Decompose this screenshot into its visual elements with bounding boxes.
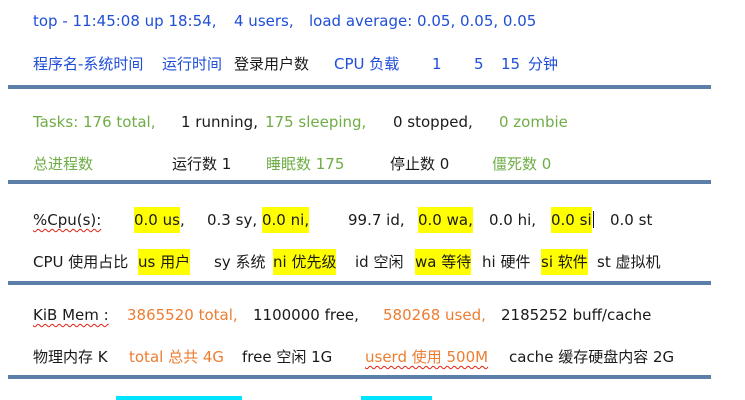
login-users-label: 登录用户数 bbox=[234, 55, 310, 73]
tasks-total: Tasks: 176 total, bbox=[33, 113, 156, 131]
tasks-zombie: 0 zombie bbox=[499, 113, 568, 131]
cpu-sy-cn: sy 系统 bbox=[214, 253, 266, 271]
minutes-label: 分钟 bbox=[528, 55, 559, 73]
users-text: 4 users, bbox=[234, 12, 294, 30]
tasks-zombie-cn: 僵死数 0 bbox=[492, 155, 552, 173]
cpu-wa-cn: wa 等待 bbox=[415, 249, 472, 275]
cpu-st-cn: st 虚拟机 bbox=[597, 253, 661, 271]
tasks-sleeping-cn: 睡眠数 175 bbox=[266, 155, 345, 173]
cpu-ni-highlight: 0.0 ni, bbox=[262, 207, 310, 233]
tasks-running: 1 running, bbox=[181, 113, 258, 131]
text-cursor bbox=[592, 211, 594, 228]
mem-used-cn-text: userd 使用 500M bbox=[365, 348, 489, 366]
cpu-si-cn-highlight: si 软件 bbox=[541, 249, 588, 275]
partial-highlight-left bbox=[116, 396, 242, 400]
cpu-st: 0.0 st bbox=[610, 211, 653, 229]
mem-cache-cn: cache 缓存硬盘内容 2G bbox=[509, 348, 675, 366]
cpu-ni-cn: ni 优先级 bbox=[273, 249, 337, 275]
prog-name-label: 程序名-系统时间 bbox=[33, 55, 144, 73]
load-1-label: 1 bbox=[432, 55, 442, 73]
load-5-label: 5 bbox=[474, 55, 484, 73]
mem-label: KiB Mem : bbox=[33, 305, 109, 325]
cpu-us: 0.0 us, bbox=[134, 207, 185, 233]
tasks-total-cn: 总进程数 bbox=[33, 155, 94, 173]
cpu-wa: 0.0 wa, bbox=[418, 207, 473, 233]
tasks-running-cn: 运行数 1 bbox=[172, 155, 232, 173]
tasks-stopped-cn: 停止数 0 bbox=[390, 155, 450, 173]
cpu-sy: 0.3 sy, bbox=[207, 211, 258, 229]
runtime-label: 运行时间 bbox=[162, 55, 223, 73]
cpu-load-label: CPU 负载 bbox=[334, 55, 400, 73]
cpu-label: %Cpu(s): bbox=[33, 210, 101, 230]
divider-4 bbox=[8, 375, 711, 379]
cpu-si-cn: si 软件 bbox=[541, 249, 588, 275]
cpu-us-highlight: 0.0 us bbox=[134, 207, 180, 233]
mem-label-text: KiB Mem : bbox=[33, 306, 109, 324]
cpu-si-highlight: 0.0 si bbox=[551, 207, 592, 233]
mem-used-cn: userd 使用 500M bbox=[365, 347, 488, 367]
mem-label-cn: 物理内存 K bbox=[33, 348, 108, 366]
cpu-wa-cn-highlight: wa 等待 bbox=[415, 249, 472, 275]
cpu-id-cn: id 空闲 bbox=[355, 253, 404, 271]
partial-highlight-right bbox=[361, 396, 432, 400]
divider-1 bbox=[8, 85, 711, 89]
cpu-us-cn: us 用户 bbox=[138, 249, 191, 275]
mem-free: 1100000 free, bbox=[253, 306, 359, 324]
mem-free-cn: free 空闲 1G bbox=[242, 348, 333, 366]
tasks-sleeping: 175 sleeping, bbox=[265, 113, 367, 131]
top-uptime-text: top - 11:45:08 up 18:54, bbox=[33, 12, 217, 30]
divider-2 bbox=[8, 180, 711, 184]
cpu-wa-highlight: 0.0 wa, bbox=[418, 207, 473, 233]
cpu-label-text: %Cpu(s): bbox=[33, 211, 102, 229]
mem-used: 580268 used, bbox=[383, 306, 486, 324]
tasks-stopped: 0 stopped, bbox=[393, 113, 473, 131]
cpu-ni-cn-highlight: ni 优先级 bbox=[273, 249, 337, 275]
cpu-wa-value: 0.0 wa bbox=[418, 211, 469, 229]
divider-3 bbox=[8, 281, 711, 285]
mem-total: 3865520 total, bbox=[127, 306, 238, 324]
cpu-us-cn-highlight: us 用户 bbox=[138, 249, 191, 275]
mem-cache: 2185252 buff/cache bbox=[501, 306, 652, 324]
cpu-label-cn: CPU 使用占比 bbox=[33, 253, 129, 271]
cpu-id: 99.7 id, bbox=[348, 211, 405, 229]
mem-total-cn: total 总共 4G bbox=[129, 348, 225, 366]
cpu-si: 0.0 si bbox=[551, 207, 594, 233]
cpu-ni-value: 0.0 ni bbox=[262, 211, 305, 229]
cpu-hi: 0.0 hi, bbox=[489, 211, 537, 229]
load-15-label: 15 bbox=[501, 55, 521, 73]
cpu-ni: 0.0 ni, bbox=[262, 207, 310, 233]
cpu-hi-cn: hi 硬件 bbox=[482, 253, 531, 271]
load-average-text: load average: 0.05, 0.05, 0.05 bbox=[309, 12, 537, 30]
